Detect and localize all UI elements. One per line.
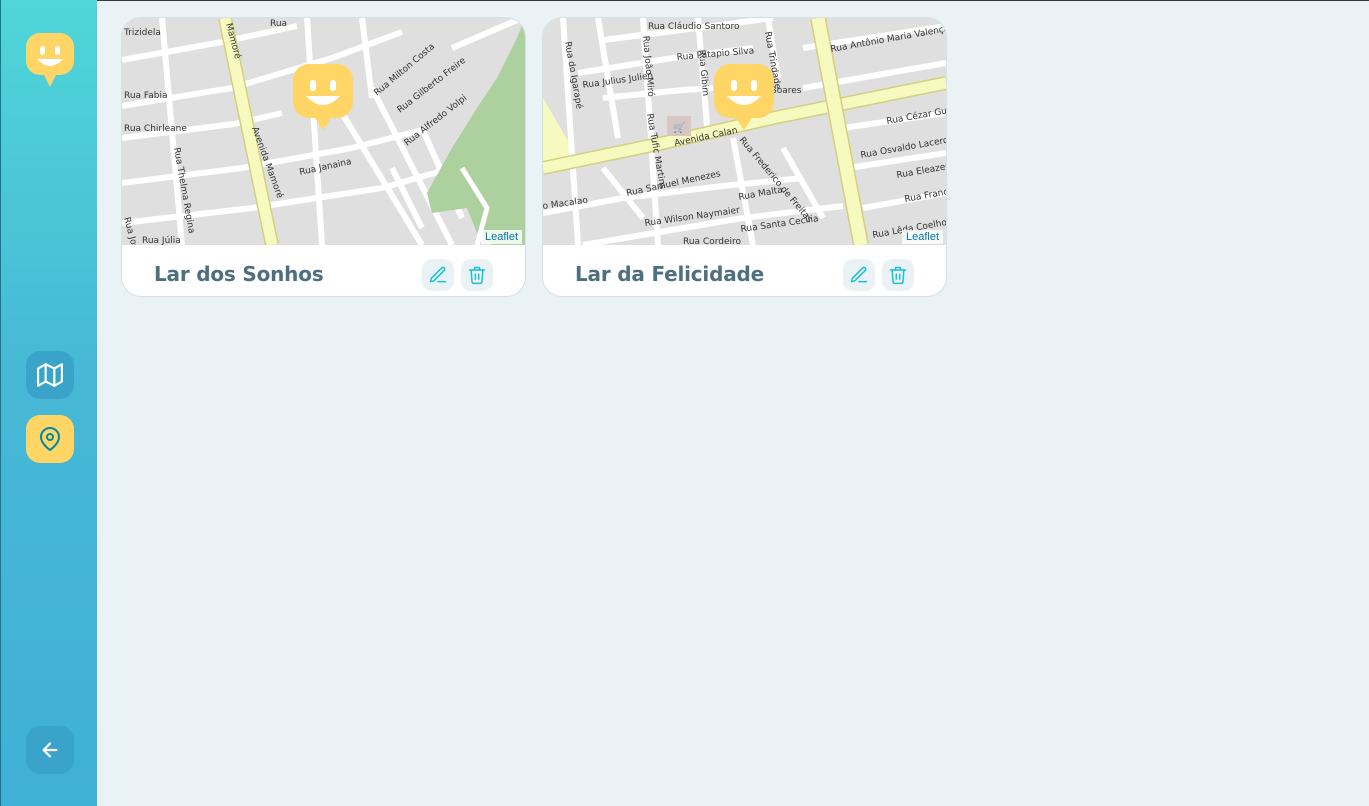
map-pin-icon	[40, 427, 60, 451]
svg-text:Rua Júlia: Rua Júlia	[142, 236, 181, 245]
orphanage-card: 🛒 Rua Cláudio Santoro Rua Patapio Silva …	[542, 17, 947, 297]
map-preview[interactable]: 🛒 Rua Cláudio Santoro Rua Patapio Silva …	[543, 18, 946, 245]
svg-text:Rua Fabia: Rua Fabia	[124, 91, 168, 101]
trash-icon	[468, 266, 486, 285]
svg-text:Soares: Soares	[771, 86, 802, 96]
map-nav-button[interactable]	[26, 351, 74, 399]
smiley-marker-icon	[293, 64, 353, 130]
card-title: Lar da Felicidade	[575, 262, 764, 286]
smiley-marker-icon	[714, 64, 774, 130]
edit-button[interactable]	[843, 259, 875, 291]
card-footer: Lar dos Sonhos	[122, 245, 525, 296]
svg-text:Rua: Rua	[270, 19, 287, 29]
svg-text:🛒: 🛒	[673, 121, 685, 134]
pencil-icon	[429, 266, 447, 283]
map-attribution[interactable]: Leaflet	[901, 230, 943, 244]
delete-button[interactable]	[461, 259, 493, 291]
top-border	[97, 0, 1369, 1]
smiley-marker-icon	[26, 33, 74, 87]
pencil-icon	[850, 266, 868, 283]
sidebar	[0, 0, 97, 806]
map-preview[interactable]: Trizidela Rua Fabia Rua Chirleane Rua Th…	[122, 18, 525, 245]
arrow-left-icon	[42, 742, 58, 758]
map-attribution[interactable]: Leaflet	[480, 230, 522, 244]
map-icon	[37, 363, 63, 387]
delete-button[interactable]	[882, 259, 914, 291]
edit-button[interactable]	[422, 259, 454, 291]
svg-text:Rua Cordeiro: Rua Cordeiro	[683, 237, 742, 245]
card-footer: Lar da Felicidade	[543, 245, 946, 296]
orphanages-nav-button[interactable]	[26, 415, 74, 463]
svg-text:Trizidela: Trizidela	[123, 28, 161, 38]
svg-text:Rua Cláudio Santoro: Rua Cláudio Santoro	[648, 22, 740, 32]
orphanage-card: Trizidela Rua Fabia Rua Chirleane Rua Th…	[121, 17, 526, 297]
trash-icon	[889, 266, 907, 285]
svg-text:Rua Chirleane: Rua Chirleane	[124, 124, 187, 134]
back-button[interactable]	[26, 726, 74, 774]
card-title: Lar dos Sonhos	[154, 262, 324, 286]
